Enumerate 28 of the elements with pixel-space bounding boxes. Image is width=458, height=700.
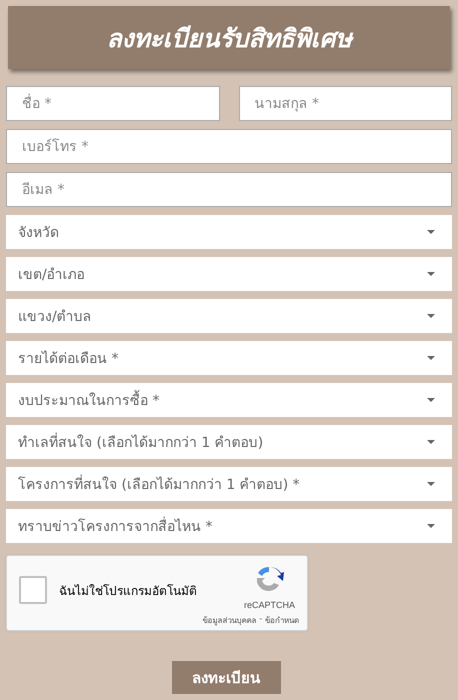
dropdown-select[interactable]: จังหวัด (6, 215, 452, 249)
captcha-label: ฉันไม่ใช่โปรแกรมอัตโนมัติ (59, 582, 197, 600)
dropdown-select[interactable]: ทราบข่าวโครงการจากสื่อไหน * (6, 509, 452, 543)
dropdown-select[interactable]: โครงการที่สนใจ (เลือกได้มากกว่า 1 คำตอบ) * (6, 467, 452, 501)
caret-icon (427, 398, 435, 402)
link-separator: - (259, 614, 262, 625)
form-title: ลงทะเบียนรับสิทธิพิเศษ (106, 18, 352, 58)
dropdown-select[interactable]: รายได้ต่อเดือน * (6, 341, 452, 375)
privacy-link[interactable]: ข้อมูลส่วนบุคคล (202, 614, 256, 627)
captcha-checkbox[interactable] (19, 576, 47, 604)
caret-icon (427, 314, 435, 318)
caret-icon (427, 440, 435, 444)
register-button[interactable]: ลงทะเบียน (172, 661, 280, 694)
text-field[interactable]: อีเมล * (6, 172, 452, 207)
text-field[interactable]: นามสกุล * (238, 86, 452, 121)
text-field[interactable]: เบอร์โทร * (6, 129, 452, 164)
dropdown-select[interactable]: เขต/อำเภอ (6, 257, 452, 291)
caret-icon (427, 524, 435, 528)
terms-link[interactable]: ข้อกำหนด (265, 614, 299, 627)
text-field[interactable]: ชื่อ * (6, 86, 220, 121)
caret-icon (427, 230, 435, 234)
dropdown-select[interactable]: ทำเลที่สนใจ (เลือกได้มากกว่า 1 คำตอบ) (6, 425, 452, 459)
dropdown-select[interactable]: แขวง/ตำบล (6, 299, 452, 333)
caret-icon (427, 356, 435, 360)
caret-icon (427, 482, 435, 486)
recaptcha-brand: reCAPTCHA (244, 600, 295, 610)
caret-icon (427, 272, 435, 276)
dropdown-select[interactable]: งบประมาณในการซื้อ * (6, 383, 452, 417)
